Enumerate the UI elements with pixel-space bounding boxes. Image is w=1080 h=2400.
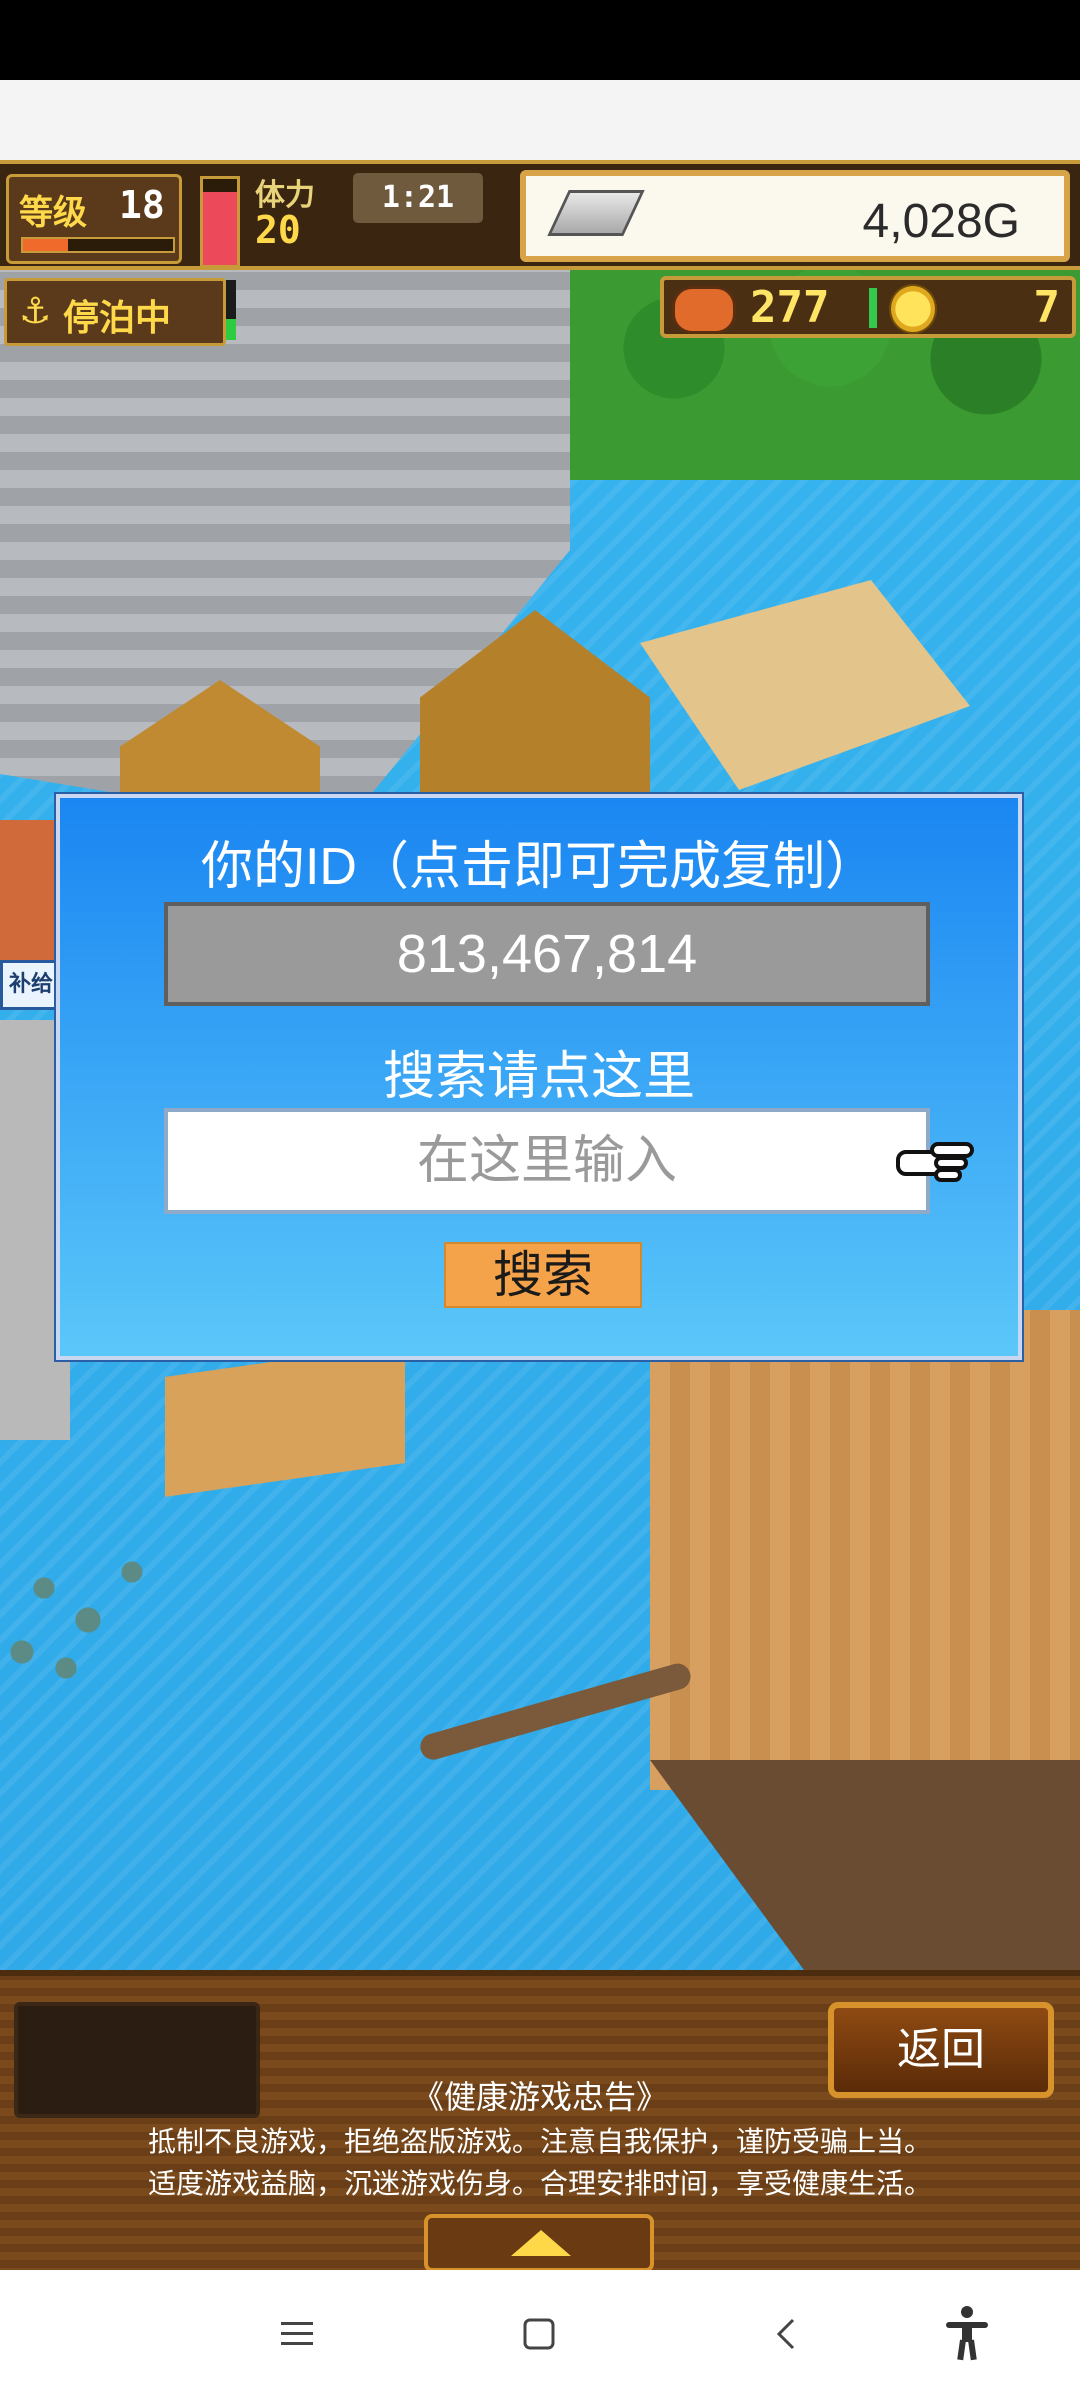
docked-status-text: 停泊中 [63,298,172,339]
system-nav-bar [0,2270,1080,2400]
docked-meter [226,280,236,340]
ship-deck[interactable] [650,1310,1080,1790]
level-value: 18 [119,183,165,227]
stamina-bar [200,176,240,268]
health-advisory-line1: 抵制不良游戏，拒绝盗版游戏。注意自我保护，谨防受骗上当。 [147,2126,932,2157]
accessibility-icon [946,2306,988,2361]
health-advisory-title: 《健康游戏忠告》 [411,2079,668,2115]
search-button[interactable]: 搜索 [444,1242,642,1308]
docked-status-badge[interactable]: ⚓ 停泊中 [4,278,226,346]
resource-panel[interactable]: 277 7 [660,276,1076,338]
food-meter [869,288,877,328]
user-id-field[interactable]: 813,467,814 [164,902,930,1006]
exp-bar-fill [23,239,68,251]
top-strip [0,80,1080,160]
accessibility-button[interactable] [932,2304,1002,2364]
level-panel[interactable]: 等级 18 [6,174,182,264]
anchor-icon: ⚓ [19,291,52,332]
stamina-value: 20 [255,208,301,252]
food-icon [672,286,736,334]
friend-search-dialog: 你的ID（点击即可完成复制） 813,467,814 搜索请点这里 搜索 [56,794,1022,1360]
square-home-icon [523,2318,555,2350]
search-hint: 搜索请点这里 [382,1048,695,1106]
coin-icon [889,284,937,334]
expand-menu-button[interactable] [424,2214,654,2270]
rocks [0,1540,220,1700]
exp-bar [21,237,175,253]
hud-top-bar: 等级 18 体力 20 1:21 4,028G [0,160,1080,270]
silver-ingot-icon [547,190,645,236]
recent-apps-button[interactable] [262,2304,332,2364]
game-view[interactable]: 补给 等级 18 体力 20 1:21 4,028G ⚓ 停泊中 277 7 你… [0,160,1080,2270]
food-value: 277 [750,282,830,333]
level-label: 等级 [19,193,87,233]
stamina-timer: 1:21 [350,170,486,226]
resupply-tag[interactable]: 补给 [0,960,62,1010]
health-advisory-line2: 适度游戏益脑，沉迷游戏伤身。合理安排时间，享受健康生活。 [147,2168,932,2199]
gold-value: 4,028G [862,195,1020,248]
status-bar [0,0,1080,80]
hand-pointer-icon [896,1142,974,1182]
search-input[interactable] [164,1108,930,1214]
stamina-bar-fill [203,191,237,265]
chevron-left-icon [776,2318,795,2350]
docked-meter-fill [226,319,236,340]
dialog-title: 你的ID（点击即可完成复制） [200,838,877,896]
menu-icon [281,2322,313,2345]
up-arrow-icon [511,2230,571,2256]
back-button[interactable] [752,2304,822,2364]
coin-value: 7 [1033,282,1061,333]
bottom-panel: 返回 《健康游戏忠告》 抵制不良游戏，拒绝盗版游戏。注意自我保护，谨防受骗上当。… [0,1970,1080,2270]
gold-panel[interactable]: 4,028G [520,170,1070,262]
home-button[interactable] [504,2304,574,2364]
